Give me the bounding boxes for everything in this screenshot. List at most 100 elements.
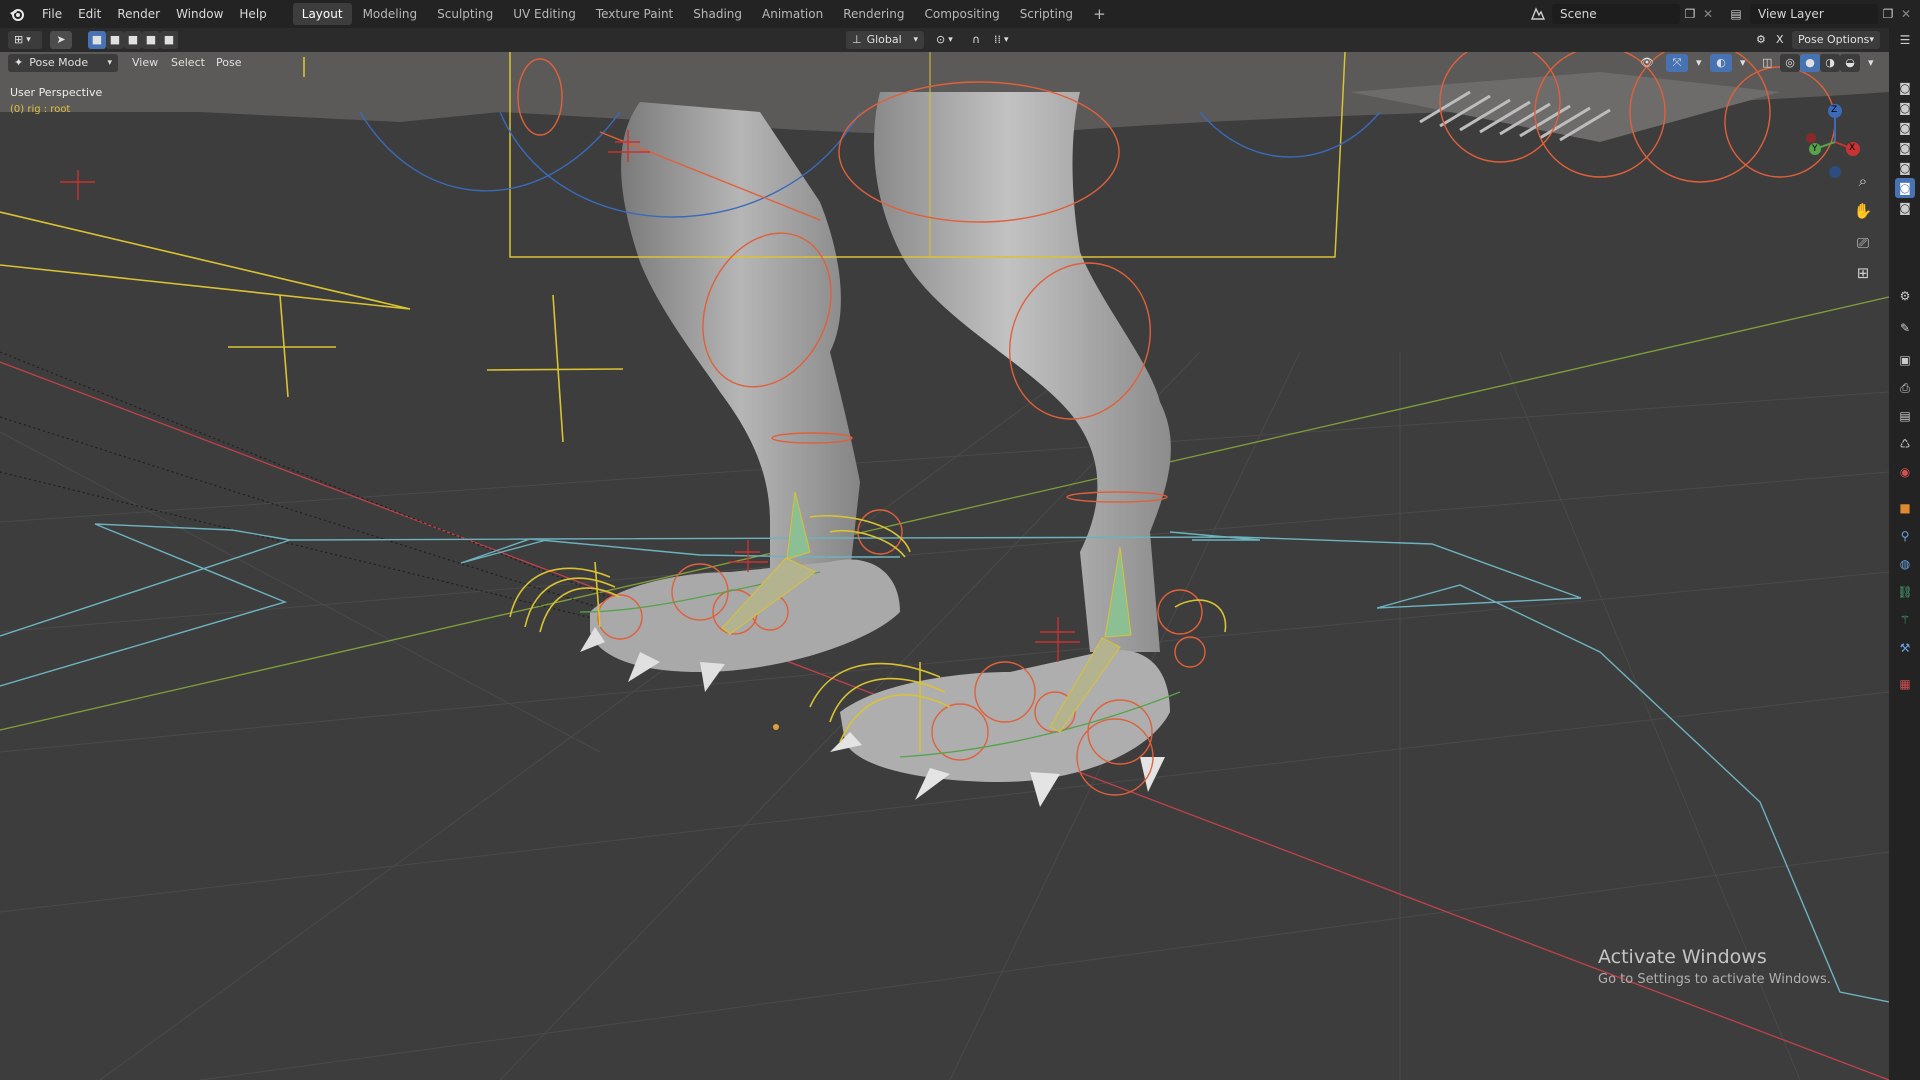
view-layer-icon[interactable]: ▤ bbox=[1722, 4, 1750, 24]
tool-properties-icon[interactable]: ✎ bbox=[1895, 318, 1915, 338]
object-constraint-icon[interactable]: ⛓ bbox=[1895, 582, 1915, 602]
menu-window[interactable]: Window bbox=[168, 0, 231, 28]
ortho-grid-icon[interactable]: ⊞ bbox=[1850, 260, 1876, 286]
gizmo-x-label: X bbox=[1849, 143, 1856, 153]
shading-dropdown[interactable]: ▾ bbox=[1862, 54, 1876, 72]
snap-grid-icon: ⁞⁞ bbox=[994, 33, 1001, 46]
mirror-x-toggle[interactable]: X bbox=[1770, 31, 1786, 49]
xray-toggle[interactable]: ◫ bbox=[1756, 54, 1776, 72]
object-properties-icon[interactable]: ■ bbox=[1895, 498, 1915, 518]
visibility-dropdown[interactable]: 👁 bbox=[1634, 54, 1664, 72]
camera-visibility-icon-5[interactable]: ◙ bbox=[1895, 158, 1915, 178]
select-box-mode-invert[interactable]: ■ bbox=[142, 31, 160, 49]
watermark-subtitle: Go to Settings to activate Windows. bbox=[1598, 972, 1831, 987]
viewport-scene bbox=[0, 52, 1889, 1080]
pose-mode-icon: ✦ bbox=[14, 56, 24, 69]
shading-solid[interactable]: ● bbox=[1800, 54, 1820, 72]
pose-options-label: Pose Options bbox=[1798, 33, 1870, 46]
shading-rendered[interactable]: ◒ bbox=[1840, 54, 1860, 72]
menu-pose[interactable]: Pose bbox=[210, 54, 247, 72]
gizmo-z-label: Z bbox=[1831, 105, 1838, 115]
gizmo-toggle[interactable]: ⤧ bbox=[1666, 54, 1688, 72]
pose-options-dropdown[interactable]: Pose Options ▾ bbox=[1792, 31, 1880, 49]
select-box-mode-subtract[interactable]: ■ bbox=[124, 31, 142, 49]
properties-options-icon[interactable]: ⚙ bbox=[1895, 286, 1915, 306]
active-object-label: (0) rig : root bbox=[10, 104, 71, 115]
properties-tab-strip: ☰ ◙ ◙ ◙ ◙ ◙ ◙ ◙ ⚙ ✎ ▣ ⎙ ▤ ♺ ◉ ■ ⚲ ◍ ⛓ ⚚ … bbox=[1889, 28, 1920, 1080]
mode-dropdown[interactable]: ✦ Pose Mode ▾ bbox=[8, 54, 118, 72]
scene-name-field[interactable]: Scene bbox=[1552, 4, 1680, 24]
pivot-icon: ⊙ bbox=[936, 33, 946, 46]
camera-visibility-icon-3[interactable]: ◙ bbox=[1895, 118, 1915, 138]
xray-lock-icon[interactable]: ⚙ bbox=[1750, 31, 1770, 49]
overlays-toggle[interactable]: ◐ bbox=[1710, 54, 1732, 72]
modifier-properties-icon[interactable]: ⚲ bbox=[1895, 526, 1915, 546]
physics-properties-icon[interactable]: ◍ bbox=[1895, 554, 1915, 574]
menu-render[interactable]: Render bbox=[109, 0, 168, 28]
3d-viewport[interactable]: ✦ Pose Mode ▾ View Select Pose 👁 ⤧ ▾ ◐ ▾… bbox=[0, 52, 1889, 1080]
view-layer-name-field[interactable]: View Layer bbox=[1750, 4, 1878, 24]
pivot-point-dropdown[interactable]: ⊙ ▾ bbox=[930, 31, 962, 49]
y-axis-line bbox=[0, 296, 1889, 731]
tool-header: ⊞ ▾ ➤ ■ ■ ■ ■ ■ ⊥ Global ▾ ⊙ ▾ ∩ ⁞⁞ ▾ ⚙ X P… bbox=[0, 28, 1889, 52]
camera-visibility-icon-7[interactable]: ◙ bbox=[1895, 198, 1915, 218]
tab-modeling[interactable]: Modeling bbox=[354, 3, 427, 25]
gizmo-y-label: Y bbox=[1812, 144, 1818, 154]
delete-scene-icon[interactable]: ✕ bbox=[1700, 7, 1716, 21]
scene-icon[interactable] bbox=[1524, 4, 1552, 24]
texture-properties-icon[interactable]: ▦ bbox=[1895, 674, 1915, 694]
camera-view-icon[interactable]: ⎚ bbox=[1850, 230, 1876, 256]
select-box-mode-new[interactable]: ■ bbox=[88, 31, 106, 49]
add-workspace-button[interactable]: + bbox=[1084, 3, 1115, 25]
menu-view[interactable]: View bbox=[126, 54, 164, 72]
snap-target-dropdown[interactable]: ⁞⁞ ▾ bbox=[988, 31, 1018, 49]
menu-file[interactable]: File bbox=[34, 0, 70, 28]
tab-compositing[interactable]: Compositing bbox=[915, 3, 1008, 25]
gizmo-dropdown[interactable]: ▾ bbox=[1690, 54, 1704, 72]
armature-data-icon[interactable]: ⚚ bbox=[1895, 610, 1915, 630]
windows-activation-watermark: Activate Windows Go to Settings to activ… bbox=[1598, 946, 1831, 987]
render-properties-icon[interactable]: ▣ bbox=[1895, 350, 1915, 370]
outliner-toggle-icon[interactable]: ☰ bbox=[1895, 30, 1915, 50]
shading-material[interactable]: ◑ bbox=[1820, 54, 1840, 72]
orientation-value: Global bbox=[866, 33, 902, 46]
select-tool-button[interactable]: ➤ bbox=[50, 31, 72, 49]
tab-uv-editing[interactable]: UV Editing bbox=[504, 3, 585, 25]
zoom-icon[interactable]: ⌕ bbox=[1850, 168, 1876, 194]
delete-view-layer-icon[interactable]: ✕ bbox=[1898, 7, 1914, 21]
camera-visibility-icon-4[interactable]: ◙ bbox=[1895, 138, 1915, 158]
top-menu-bar: File Edit Render Window Help Layout Mode… bbox=[0, 0, 1920, 28]
editor-type-button[interactable]: ⊞ ▾ bbox=[8, 31, 42, 49]
tab-scripting[interactable]: Scripting bbox=[1011, 3, 1082, 25]
shading-wireframe[interactable]: ◎ bbox=[1780, 54, 1800, 72]
orientation-axes-icon: ⊥ bbox=[852, 33, 862, 46]
menu-edit[interactable]: Edit bbox=[70, 0, 109, 28]
camera-visibility-icon-2[interactable]: ◙ bbox=[1895, 98, 1915, 118]
bone-properties-icon[interactable]: ⚒ bbox=[1895, 638, 1915, 658]
camera-visibility-icon-6[interactable]: ◙ bbox=[1895, 178, 1915, 198]
tab-layout[interactable]: Layout bbox=[292, 3, 352, 25]
new-view-layer-icon[interactable]: ❐ bbox=[1878, 7, 1898, 21]
new-scene-icon[interactable]: ❐ bbox=[1680, 7, 1700, 21]
world-properties-icon[interactable]: ◉ bbox=[1895, 462, 1915, 482]
cursor-arrow-icon: ➤ bbox=[56, 33, 66, 46]
view-layer-properties-icon[interactable]: ▤ bbox=[1895, 406, 1915, 426]
tab-texture-paint[interactable]: Texture Paint bbox=[587, 3, 682, 25]
overlays-dropdown[interactable]: ▾ bbox=[1734, 54, 1748, 72]
menu-help[interactable]: Help bbox=[231, 0, 274, 28]
select-box-mode-extend[interactable]: ■ bbox=[106, 31, 124, 49]
magnet-icon: ∩ bbox=[972, 33, 981, 46]
tab-sculpting[interactable]: Sculpting bbox=[428, 3, 502, 25]
select-box-mode-intersect[interactable]: ■ bbox=[160, 31, 178, 49]
pan-hand-icon[interactable]: ✋ bbox=[1850, 198, 1876, 224]
tab-animation[interactable]: Animation bbox=[753, 3, 832, 25]
transform-orientation-dropdown[interactable]: ⊥ Global ▾ bbox=[846, 31, 924, 49]
camera-visibility-icon-1[interactable]: ◙ bbox=[1895, 78, 1915, 98]
blender-logo-icon[interactable] bbox=[0, 0, 34, 28]
output-properties-icon[interactable]: ⎙ bbox=[1895, 378, 1915, 398]
menu-select[interactable]: Select bbox=[165, 54, 211, 72]
scene-properties-icon[interactable]: ♺ bbox=[1895, 434, 1915, 454]
tab-shading[interactable]: Shading bbox=[684, 3, 751, 25]
tab-rendering[interactable]: Rendering bbox=[834, 3, 913, 25]
snap-toggle[interactable]: ∩ bbox=[966, 31, 986, 49]
